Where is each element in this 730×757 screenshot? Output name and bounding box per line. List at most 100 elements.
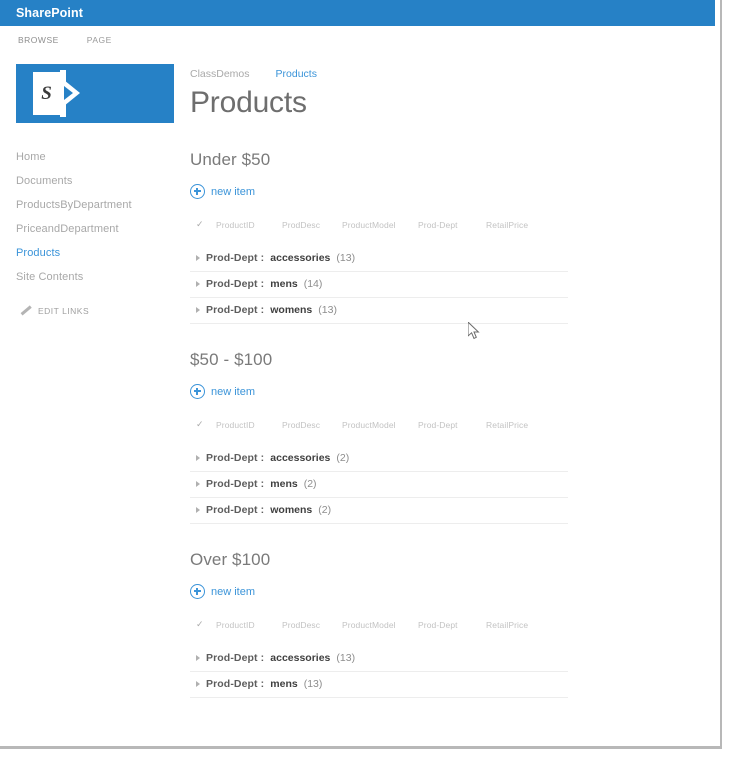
group-count-label: (13) — [336, 252, 356, 264]
chevron-right-icon[interactable] — [196, 455, 200, 461]
list-column-headers: ✓ ProductID ProdDesc ProductModel Prod-D… — [190, 619, 700, 630]
group-value-label: accessories — [270, 452, 331, 464]
group-count-label: (13) — [318, 304, 337, 316]
group-value-label: accessories — [270, 652, 331, 664]
group-value-label: mens — [270, 478, 298, 490]
chevron-right-icon[interactable] — [196, 507, 200, 513]
main-content-column: ClassDemos Products Products Under $50 n… — [178, 64, 720, 724]
price-group-section: Over $100 new item ✓ ProductID ProdDesc … — [190, 550, 700, 698]
column-header-productid[interactable]: ProductID — [216, 420, 282, 430]
plus-circle-icon — [190, 584, 205, 599]
plus-circle-icon — [190, 184, 205, 199]
group-count-label: (2) — [336, 452, 350, 464]
page-body: S Home Documents ProductsByDepartment Pr… — [0, 54, 720, 724]
group-row-list: Prod-Dept : accessories (2) Prod-Dept : … — [190, 446, 700, 524]
logo-letter: S — [41, 82, 52, 104]
sidebar-item-site-contents[interactable]: Site Contents — [16, 265, 178, 289]
ribbon-tab-bar: BROWSE PAGE — [0, 26, 720, 54]
column-header-productmodel[interactable]: ProductModel — [342, 620, 418, 630]
column-header-prod-dept[interactable]: Prod-Dept — [418, 620, 486, 630]
sharepoint-logo-icon[interactable]: S — [16, 64, 174, 123]
group-field-label: Prod-Dept : — [206, 678, 265, 690]
column-header-retailprice[interactable]: RetailPrice — [486, 620, 546, 630]
left-navigation-column: S Home Documents ProductsByDepartment Pr… — [0, 64, 178, 316]
table-row[interactable]: Prod-Dept : mens (13) — [190, 672, 568, 698]
suite-bar: SharePoint — [0, 0, 715, 26]
plus-circle-icon — [190, 384, 205, 399]
new-item-label: new item — [211, 385, 256, 398]
sidebar-item-documents[interactable]: Documents — [16, 169, 178, 193]
group-value-label: womens — [270, 504, 313, 516]
chevron-right-icon[interactable] — [196, 255, 200, 261]
column-header-prod-dept[interactable]: Prod-Dept — [418, 420, 486, 430]
column-header-productmodel[interactable]: ProductModel — [342, 220, 418, 230]
group-title-over-100: Over $100 — [190, 550, 271, 569]
breadcrumb-current-link[interactable]: Products — [276, 68, 317, 80]
table-row[interactable]: Prod-Dept : womens (2) — [190, 498, 568, 524]
price-group-section: $50 - $100 new item ✓ ProductID ProdDesc… — [190, 350, 700, 524]
select-all-checkmark-icon[interactable]: ✓ — [196, 219, 216, 230]
column-header-proddesc[interactable]: ProdDesc — [282, 220, 342, 230]
column-header-proddesc[interactable]: ProdDesc — [282, 620, 342, 630]
column-header-productid[interactable]: ProductID — [216, 620, 282, 630]
column-header-proddesc[interactable]: ProdDesc — [282, 420, 342, 430]
price-group-section: Under $50 new item ✓ ProductID ProdDesc … — [190, 150, 700, 324]
table-row[interactable]: Prod-Dept : accessories (13) — [190, 646, 568, 672]
table-row[interactable]: Prod-Dept : womens (13) — [190, 298, 568, 324]
column-header-productmodel[interactable]: ProductModel — [342, 420, 418, 430]
table-row[interactable]: Prod-Dept : mens (2) — [190, 472, 568, 498]
new-item-link[interactable]: new item — [190, 184, 700, 199]
new-item-link[interactable]: new item — [190, 384, 700, 399]
chevron-right-icon[interactable] — [196, 281, 200, 287]
select-all-checkmark-icon[interactable]: ✓ — [196, 419, 216, 430]
table-row[interactable]: Prod-Dept : mens (14) — [190, 272, 568, 298]
column-header-retailprice[interactable]: RetailPrice — [486, 420, 546, 430]
chevron-right-icon[interactable] — [196, 307, 200, 313]
group-field-label: Prod-Dept : — [206, 478, 265, 490]
group-count-label: (2) — [303, 478, 317, 490]
logo-card-shape: S — [33, 72, 60, 115]
sidebar-item-productsbydepartment[interactable]: ProductsByDepartment — [16, 193, 178, 217]
select-all-checkmark-icon[interactable]: ✓ — [196, 619, 216, 630]
breadcrumb: ClassDemos Products — [190, 64, 700, 80]
group-count-label: (14) — [303, 278, 323, 290]
edit-links-label: EDIT LINKS — [38, 305, 90, 316]
list-column-headers: ✓ ProductID ProdDesc ProductModel Prod-D… — [190, 419, 700, 430]
list-column-headers: ✓ ProductID ProdDesc ProductModel Prod-D… — [190, 219, 700, 230]
new-item-link[interactable]: new item — [190, 584, 700, 599]
tab-page[interactable]: PAGE — [85, 32, 114, 48]
suite-brand-label[interactable]: SharePoint — [0, 6, 83, 20]
sidebar-item-products[interactable]: Products — [16, 241, 178, 265]
group-field-label: Prod-Dept : — [206, 252, 265, 264]
sidebar-item-priceanddepartment[interactable]: PriceandDepartment — [16, 217, 178, 241]
group-row-list: Prod-Dept : accessories (13) Prod-Dept :… — [190, 646, 700, 698]
group-value-label: mens — [270, 278, 298, 290]
group-field-label: Prod-Dept : — [206, 652, 265, 664]
new-item-label: new item — [211, 185, 256, 198]
new-item-label: new item — [211, 585, 256, 598]
page-title: Products — [190, 86, 307, 119]
edit-links-button[interactable]: EDIT LINKS — [16, 305, 178, 316]
quick-launch-nav: Home Documents ProductsByDepartment Pric… — [16, 145, 178, 289]
column-header-prod-dept[interactable]: Prod-Dept — [418, 220, 486, 230]
column-header-retailprice[interactable]: RetailPrice — [486, 220, 546, 230]
pencil-icon — [20, 305, 31, 316]
group-field-label: Prod-Dept : — [206, 504, 265, 516]
breadcrumb-site-link[interactable]: ClassDemos — [190, 68, 250, 80]
chevron-right-icon[interactable] — [196, 655, 200, 661]
table-row[interactable]: Prod-Dept : accessories (2) — [190, 446, 568, 472]
group-title-50-100: $50 - $100 — [190, 350, 273, 369]
chevron-right-icon[interactable] — [196, 681, 200, 687]
group-count-label: (13) — [303, 678, 323, 690]
table-row[interactable]: Prod-Dept : accessories (13) — [190, 246, 568, 272]
group-count-label: (13) — [336, 652, 356, 664]
group-count-label: (2) — [318, 504, 332, 516]
group-row-list: Prod-Dept : accessories (13) Prod-Dept :… — [190, 246, 700, 324]
group-field-label: Prod-Dept : — [206, 304, 265, 316]
column-header-productid[interactable]: ProductID — [216, 220, 282, 230]
sidebar-item-home[interactable]: Home — [16, 145, 178, 169]
tab-browse[interactable]: BROWSE — [16, 32, 61, 48]
chevron-right-icon[interactable] — [196, 481, 200, 487]
group-field-label: Prod-Dept : — [206, 452, 265, 464]
logo-arrow-inner-shape — [64, 86, 73, 100]
